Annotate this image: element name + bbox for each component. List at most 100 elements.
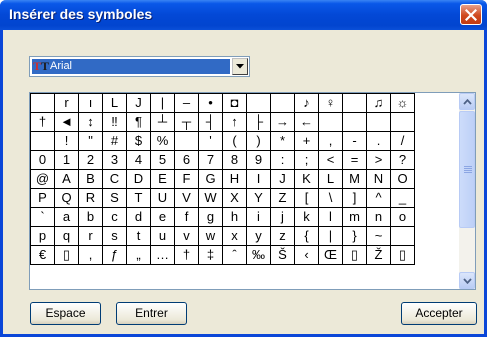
symbol-cell[interactable]: ▯ — [54, 245, 79, 265]
symbol-cell[interactable]: a — [54, 207, 79, 227]
symbol-cell[interactable]: ˆ — [222, 245, 247, 265]
symbol-cell[interactable]: ‹ — [294, 245, 319, 265]
symbol-cell[interactable]: p — [30, 226, 55, 246]
symbol-cell[interactable]: ◄ — [54, 112, 79, 132]
close-button[interactable] — [460, 4, 482, 25]
symbol-cell[interactable] — [270, 93, 295, 113]
symbol-cell[interactable]: 5 — [150, 150, 175, 170]
symbol-cell[interactable]: X — [222, 188, 247, 208]
symbol-cell[interactable]: s — [102, 226, 127, 246]
symbol-cell[interactable]: q — [54, 226, 79, 246]
symbol-cell[interactable]: S — [102, 188, 127, 208]
symbol-cell[interactable]: U — [150, 188, 175, 208]
symbol-cell[interactable] — [342, 112, 367, 132]
symbol-cell[interactable] — [390, 226, 415, 246]
symbol-cell[interactable]: y — [246, 226, 271, 246]
symbol-cell[interactable]: I — [246, 169, 271, 189]
symbol-cell[interactable]: ‡ — [198, 245, 223, 265]
symbol-cell[interactable]: / — [390, 131, 415, 151]
symbol-cell[interactable]: ( — [222, 131, 247, 151]
symbol-cell[interactable]: 1 — [54, 150, 79, 170]
vertical-scrollbar[interactable] — [459, 93, 475, 289]
symbol-cell[interactable]: 6 — [174, 150, 199, 170]
symbol-cell[interactable]: ↕ — [78, 112, 103, 132]
symbol-cell[interactable] — [366, 112, 391, 132]
scrollbar-thumb[interactable] — [459, 111, 475, 228]
symbol-cell[interactable]: F — [174, 169, 199, 189]
symbol-cell[interactable]: # — [102, 131, 127, 151]
symbol-cell[interactable]: → — [270, 112, 295, 132]
symbol-cell[interactable]: V — [174, 188, 199, 208]
symbol-cell[interactable]: L — [318, 169, 343, 189]
symbol-cell[interactable]: H — [222, 169, 247, 189]
symbol-cell[interactable]: ! — [54, 131, 79, 151]
accept-button[interactable]: Accepter — [401, 302, 477, 325]
symbol-cell[interactable]: ▯ — [342, 245, 367, 265]
symbol-cell[interactable]: + — [294, 131, 319, 151]
symbol-cell[interactable]: % — [150, 131, 175, 151]
symbol-cell[interactable]: N — [366, 169, 391, 189]
symbol-cell[interactable] — [318, 112, 343, 132]
symbol-cell[interactable]: ƒ — [102, 245, 127, 265]
enter-button[interactable]: Entrer — [116, 302, 187, 325]
symbol-cell[interactable]: t — [126, 226, 151, 246]
symbol-cell[interactable]: | — [318, 226, 343, 246]
symbol-cell[interactable]: Y — [246, 188, 271, 208]
symbol-cell[interactable]: ↑ — [222, 112, 247, 132]
symbol-cell[interactable]: m — [342, 207, 367, 227]
symbol-cell[interactable]: E — [150, 169, 175, 189]
symbol-cell[interactable]: o — [390, 207, 415, 227]
symbol-cell[interactable]: O — [390, 169, 415, 189]
symbol-cell[interactable]: † — [30, 112, 55, 132]
symbol-cell[interactable]: 7 — [198, 150, 223, 170]
symbol-cell[interactable]: ? — [390, 150, 415, 170]
symbol-cell[interactable]: B — [78, 169, 103, 189]
symbol-cell[interactable]: … — [150, 245, 175, 265]
space-button[interactable]: Espace — [30, 302, 101, 325]
symbol-cell[interactable]: D — [126, 169, 151, 189]
symbol-cell[interactable]: , — [318, 131, 343, 151]
symbol-cell[interactable]: j — [270, 207, 295, 227]
symbol-cell[interactable]: € — [30, 245, 55, 265]
symbol-cell[interactable]: . — [366, 131, 391, 151]
symbol-cell[interactable]: ▯ — [390, 245, 415, 265]
symbol-cell[interactable]: ♫ — [366, 93, 391, 113]
symbol-cell[interactable]: : — [270, 150, 295, 170]
font-select[interactable]: TT Arial — [29, 56, 250, 77]
symbol-cell[interactable] — [342, 93, 367, 113]
symbol-cell[interactable]: < — [318, 150, 343, 170]
symbol-cell[interactable]: b — [78, 207, 103, 227]
symbol-cell[interactable]: 9 — [246, 150, 271, 170]
symbol-cell[interactable] — [30, 93, 55, 113]
symbol-cell[interactable]: † — [174, 245, 199, 265]
symbol-cell[interactable]: P — [30, 188, 55, 208]
symbol-cell[interactable]: u — [150, 226, 175, 246]
symbol-cell[interactable]: ' — [198, 131, 223, 151]
symbol-cell[interactable]: _ — [390, 188, 415, 208]
symbol-cell[interactable]: " — [78, 131, 103, 151]
symbol-cell[interactable]: ¶ — [126, 112, 151, 132]
symbol-cell[interactable]: 3 — [102, 150, 127, 170]
symbol-cell[interactable]: 2 — [78, 150, 103, 170]
symbol-cell[interactable]: $ — [126, 131, 151, 151]
symbol-cell[interactable]: r — [78, 226, 103, 246]
symbol-cell[interactable]: } — [342, 226, 367, 246]
symbol-cell[interactable]: > — [366, 150, 391, 170]
symbol-cell[interactable]: , — [78, 245, 103, 265]
symbol-cell[interactable]: w — [198, 226, 223, 246]
symbol-cell[interactable]: R — [78, 188, 103, 208]
symbol-cell[interactable]: | — [150, 93, 175, 113]
symbol-cell[interactable]: e — [150, 207, 175, 227]
symbol-cell[interactable]: 4 — [126, 150, 151, 170]
symbol-cell[interactable]: i — [246, 207, 271, 227]
title-bar[interactable]: Insérer des symboles — [0, 0, 487, 30]
symbol-cell[interactable]: J — [270, 169, 295, 189]
symbol-cell[interactable]: ) — [246, 131, 271, 151]
symbol-cell[interactable]: ← — [294, 112, 319, 132]
symbol-cell[interactable]: { — [294, 226, 319, 246]
symbol-cell[interactable]: ┤ — [198, 112, 223, 132]
symbol-cell[interactable]: „ — [126, 245, 151, 265]
symbol-cell[interactable]: Š — [270, 245, 295, 265]
symbol-cell[interactable]: n — [366, 207, 391, 227]
symbol-cell[interactable]: ☼ — [390, 93, 415, 113]
